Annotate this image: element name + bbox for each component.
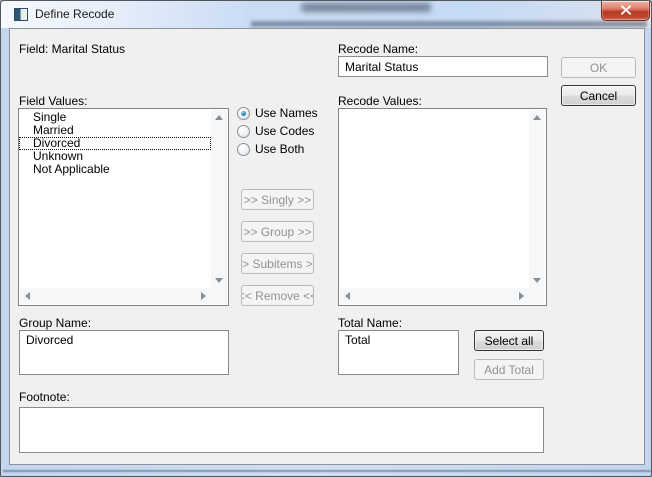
singly-button[interactable]: >> Singly >> [241,189,314,210]
group-name-label: Group Name: [19,316,91,330]
radio-label: Use Both [255,142,304,156]
subitems-button[interactable]: >> Subitems >> [241,253,314,274]
group-button[interactable]: >> Group >> [241,221,314,242]
footnote-input[interactable] [19,407,544,453]
group-name-input[interactable]: Divorced [19,330,229,375]
use-codes-radio[interactable]: Use Codes [237,123,314,139]
cancel-button[interactable]: Cancel [561,85,636,106]
window-title: Define Recode [35,7,114,21]
title-bar: Define Recode [1,1,651,28]
total-name-label: Total Name: [338,316,402,330]
scroll-right-icon[interactable] [201,292,206,300]
use-names-radio[interactable]: Use Names [237,105,318,121]
remove-button[interactable]: << Remove << [241,285,314,306]
frame-bottom-edge [3,470,651,472]
footnote-label: Footnote: [19,390,70,404]
use-both-radio[interactable]: Use Both [237,141,304,157]
field-values-label: Field Values: [19,94,87,108]
scroll-left-icon[interactable] [25,292,30,300]
scrollbar-corner [529,288,545,304]
horizontal-scrollbar[interactable] [20,288,211,304]
field-values-listbox[interactable]: Single Married Divorced Unknown Not Appl… [18,108,229,306]
app-icon [14,8,28,21]
scroll-down-icon[interactable] [215,278,223,283]
recode-name-label: Recode Name: [338,42,418,56]
background-window-bar [251,21,647,27]
recode-values-listbox[interactable] [338,108,547,306]
radio-unselected-icon [237,125,250,138]
select-all-button[interactable]: Select all [474,330,544,351]
radio-selected-icon [237,107,250,120]
radio-label: Use Names [255,106,318,120]
recode-values-label: Recode Values: [338,94,422,108]
vertical-scrollbar[interactable] [529,110,545,288]
vertical-scrollbar[interactable] [211,110,227,288]
total-name-input[interactable]: Total [338,330,459,375]
recode-values-list [339,109,529,288]
scrollbar-corner [211,288,227,304]
scroll-right-icon[interactable] [519,292,524,300]
close-icon [620,4,632,18]
field-values-list: Single Married Divorced Unknown Not Appl… [19,109,211,288]
scroll-up-icon[interactable] [533,115,541,120]
define-recode-dialog: Define Recode Field: Marital Status Reco… [0,0,652,477]
field-info-label: Field: Marital Status [19,42,125,56]
close-button[interactable] [601,1,650,21]
scroll-left-icon[interactable] [345,292,350,300]
ok-button[interactable]: OK [561,57,636,78]
horizontal-scrollbar[interactable] [340,288,529,304]
recode-name-input[interactable] [338,56,548,77]
scroll-down-icon[interactable] [533,278,541,283]
radio-unselected-icon [237,143,250,156]
list-item[interactable]: Not Applicable [19,163,211,176]
background-window-smudge [301,3,431,12]
add-total-button[interactable]: Add Total [474,359,544,380]
radio-label: Use Codes [255,124,314,138]
scroll-up-icon[interactable] [215,115,223,120]
